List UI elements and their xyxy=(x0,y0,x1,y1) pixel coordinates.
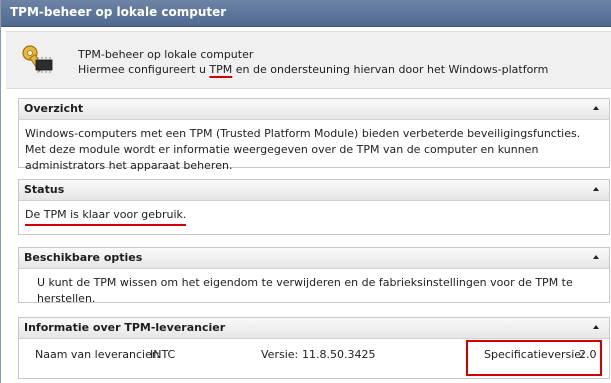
overview-panel-header[interactable]: Overzicht xyxy=(19,99,609,120)
vendor-name-label: Naam van leverancier: xyxy=(35,348,160,361)
status-text: De TPM is klaar voor gebruik. xyxy=(25,207,187,226)
status-panel-header[interactable]: Status xyxy=(19,180,609,201)
header-title: TPM-beheer op lokale computer xyxy=(78,48,254,61)
overview-panel: Overzicht Windows-computers met een TPM … xyxy=(18,98,610,172)
options-text: U kunt de TPM wissen om het eigendom te … xyxy=(37,276,573,305)
highlight-box xyxy=(466,340,602,376)
overview-text: Windows-computers met een TPM (Trusted P… xyxy=(25,127,581,172)
vendor-panel-header[interactable]: Informatie over TPM-leverancier xyxy=(19,318,609,339)
overview-title: Overzicht xyxy=(24,102,84,115)
window-title: TPM-beheer op lokale computer xyxy=(10,5,227,19)
version-value: 11.8.50.3425 xyxy=(302,348,376,361)
collapse-arrow-icon[interactable] xyxy=(593,187,599,191)
vendor-title: Informatie over TPM-leverancier xyxy=(24,321,226,334)
tpm-highlight: TPM xyxy=(209,63,233,76)
mmc-window: TPM-beheer op lokale computer TPM-beheer… xyxy=(0,0,611,383)
collapse-arrow-icon[interactable] xyxy=(593,106,599,110)
version-label: Versie: xyxy=(261,348,299,361)
content-pane: TPM-beheer op lokale computer Hiermee co… xyxy=(2,27,611,383)
status-panel: Status De TPM is klaar voor gebruik. xyxy=(18,179,610,235)
collapse-arrow-icon[interactable] xyxy=(593,255,599,259)
subtitle-post: en de ondersteuning hiervan door het Win… xyxy=(232,63,549,76)
status-body: De TPM is klaar voor gebruik. xyxy=(25,207,601,226)
subtitle-pre: Hiermee configureert u xyxy=(78,63,210,76)
options-title: Beschikbare opties xyxy=(24,251,143,264)
key-chip-icon xyxy=(22,45,53,73)
collapse-arrow-icon[interactable] xyxy=(593,325,599,329)
options-panel-header[interactable]: Beschikbare opties xyxy=(19,248,609,269)
header-band: TPM-beheer op lokale computer Hiermee co… xyxy=(6,31,611,89)
status-title: Status xyxy=(24,183,65,196)
header-subtitle: Hiermee configureert u TPM en de onderst… xyxy=(78,63,548,76)
window-titlebar: TPM-beheer op lokale computer xyxy=(1,0,611,27)
options-panel: Beschikbare opties U kunt de TPM wissen … xyxy=(18,247,610,305)
vendor-panel: Informatie over TPM-leverancier Naam van… xyxy=(18,317,610,379)
vendor-name-value: INTC xyxy=(150,348,176,361)
